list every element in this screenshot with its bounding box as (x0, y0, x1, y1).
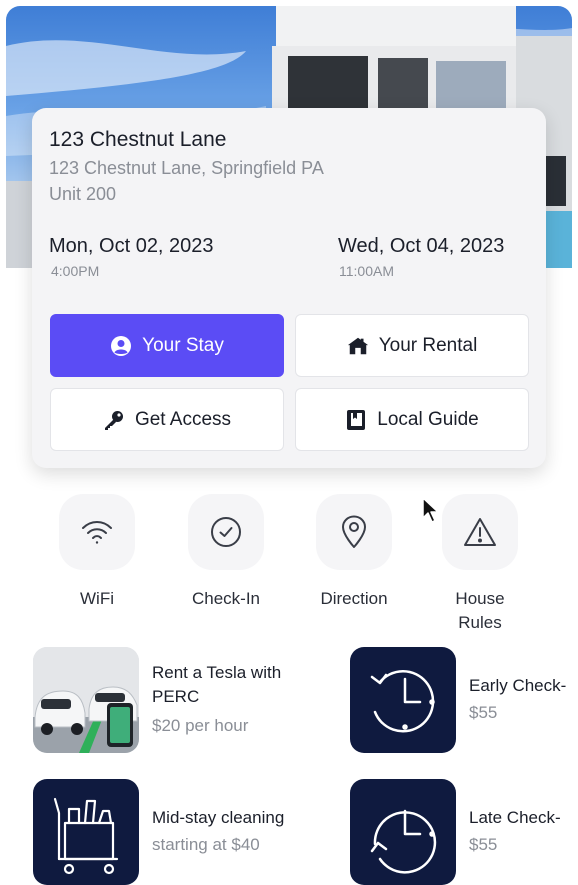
upsell-late-check-out-price: $55 (469, 835, 498, 854)
wifi-label: WiFi (80, 589, 114, 608)
check-in-time: 4:00PM (51, 263, 100, 279)
direction-link[interactable]: Direction (294, 494, 414, 611)
upsell-early-check-in-title: Early Check- (469, 676, 567, 695)
book-icon (345, 409, 367, 431)
upsell-cleaning-title: Mid-stay cleaning (152, 808, 285, 827)
house-icon (347, 335, 369, 357)
upsell-cleaning-price: starting at $40 (152, 835, 260, 854)
property-unit: Unit 200 (49, 184, 117, 204)
your-stay-button[interactable]: Your Stay (50, 314, 284, 377)
check-circle-icon (188, 494, 264, 570)
local-guide-button[interactable]: Local Guide (295, 388, 529, 451)
your-rental-label: Your Rental (378, 334, 478, 356)
warning-triangle-icon (442, 494, 518, 570)
clock-forward-icon (350, 779, 456, 885)
your-rental-button[interactable]: Your Rental (295, 314, 529, 377)
check-in-link[interactable]: Check-In (166, 494, 286, 611)
upsell-tesla-title-line2: PERC (152, 687, 200, 706)
get-access-button[interactable]: Get Access (50, 388, 284, 451)
check-in-label: Check-In (191, 589, 261, 608)
upsell-late-check-out-title: Late Check- (469, 808, 561, 827)
property-name: 123 Chestnut Lane (49, 128, 227, 151)
your-stay-label: Your Stay (142, 334, 224, 356)
cleaning-cart-icon (33, 779, 139, 885)
wifi-icon (59, 494, 135, 570)
reservation-card: 123 Chestnut Lane 123 Chestnut Lane, Spr… (32, 108, 546, 468)
user-circle-icon (110, 335, 132, 357)
upsell-tesla-price: $20 per hour (152, 716, 249, 735)
check-out-date: Wed, Oct 04, 2023 (338, 235, 505, 257)
key-icon (103, 409, 125, 431)
check-out-time: 11:00AM (339, 263, 394, 279)
local-guide-label: Local Guide (377, 408, 479, 430)
house-rules-label: House Rules (455, 589, 505, 632)
map-pin-icon (316, 494, 392, 570)
clock-rewind-icon (350, 647, 456, 753)
wifi-link[interactable]: WiFi (37, 494, 157, 611)
get-access-label: Get Access (134, 408, 232, 430)
check-in-date: Mon, Oct 02, 2023 (49, 235, 214, 257)
tesla-photo (33, 647, 139, 753)
upsell-tesla-title: Rent a Tesla with (152, 663, 282, 682)
mouse-cursor-icon (421, 496, 441, 529)
property-address: 123 Chestnut Lane, Springfield PA (49, 158, 324, 178)
direction-label: Direction (320, 589, 388, 608)
upsell-early-check-in-price: $55 (469, 703, 498, 722)
